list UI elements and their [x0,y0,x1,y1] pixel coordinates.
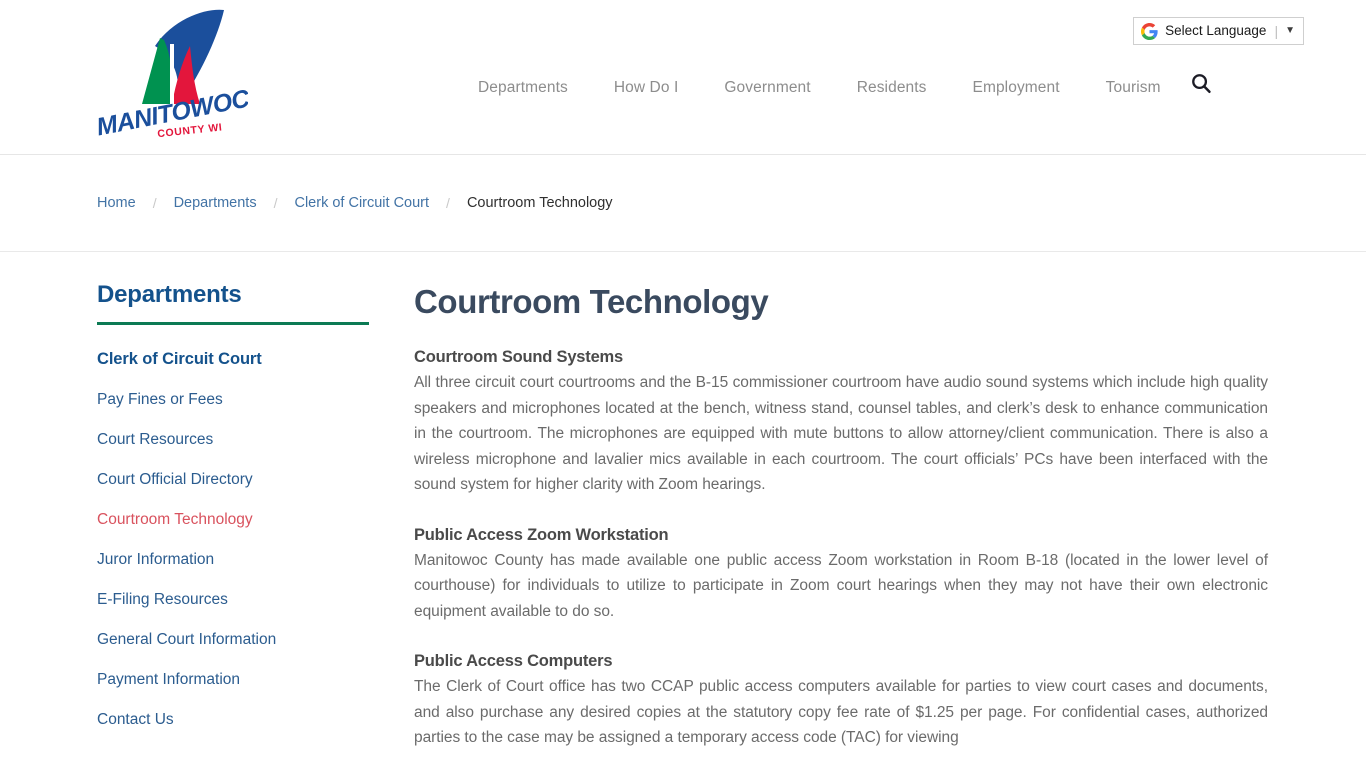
sidebar: Departments Clerk of Circuit Court Pay F… [97,281,414,751]
page-title: Courtroom Technology [414,283,769,320]
section-body-courtroom-sound-systems: All three circuit court courtrooms and t… [414,374,1268,494]
sidebar-item-court-official-directory[interactable]: Court Official Directory [97,471,253,488]
list-item: Court Official Directory [97,471,414,489]
sidebar-menu: Pay Fines or Fees Court Resources Court … [97,391,414,729]
nav-item-how-do-i[interactable]: How Do I [591,74,702,102]
language-selector[interactable]: Select Language | ▼ [1133,17,1304,45]
list-item: Court Resources [97,431,414,449]
sidebar-item-court-resources[interactable]: Court Resources [97,431,213,448]
nav-item-government[interactable]: Government [701,74,833,102]
list-item: Pay Fines or Fees [97,391,414,409]
language-selector-separator: | [1274,23,1279,39]
list-item: Payment Information [97,671,414,689]
breadcrumb-separator: / [446,195,450,211]
sidebar-item-courtroom-technology[interactable]: Courtroom Technology [97,511,253,528]
sidebar-title: Departments [97,281,242,308]
manitowoc-county-logo-icon: MANITOWOC COUNTY WI [98,9,248,142]
section-heading-public-access-zoom-workstation: Public Access Zoom Workstation [414,525,669,544]
breadcrumb-separator: / [152,195,157,211]
list-item: Courtroom Technology [97,511,414,529]
breadcrumb-item-clerk-of-circuit-court[interactable]: Clerk of Circuit Court [294,195,429,211]
sidebar-item-contact-us[interactable]: Contact Us [97,711,174,728]
search-button[interactable] [1184,66,1218,100]
sidebar-item-e-filing-resources[interactable]: E-Filing Resources [97,591,228,608]
breadcrumb-separator: / [273,195,278,211]
search-icon [1191,73,1211,93]
breadcrumb: Home / Departments / Clerk of Circuit Co… [97,195,613,211]
list-item: Juror Information [97,551,414,569]
language-selector-label: Select Language [1165,23,1267,39]
nav-item-employment[interactable]: Employment [950,74,1083,102]
list-item: Contact Us [97,711,414,729]
page-body: Departments Clerk of Circuit Court Pay F… [0,252,1366,751]
sidebar-item-juror-information[interactable]: Juror Information [97,551,214,568]
breadcrumb-item-current: Courtroom Technology [466,195,613,211]
main-content: Courtroom Technology Courtroom Sound Sys… [414,282,1366,751]
nav-item-residents[interactable]: Residents [834,74,950,102]
site-logo-link[interactable]: MANITOWOC COUNTY WI [98,8,248,143]
section-body-public-access-computers: The Clerk of Court office has two CCAP p… [414,678,1268,747]
sidebar-item-general-court-information[interactable]: General Court Information [97,631,276,648]
section-heading-courtroom-sound-systems: Courtroom Sound Systems [414,348,624,367]
section-heading-public-access-computers: Public Access Computers [414,652,613,671]
breadcrumb-bar: Home / Departments / Clerk of Circuit Co… [0,155,1366,252]
site-header: MANITOWOC COUNTY WI Select Language | ▼ … [0,0,1366,155]
list-item: General Court Information [97,631,414,649]
sidebar-item-payment-information[interactable]: Payment Information [97,671,240,688]
sidebar-item-pay-fines-or-fees[interactable]: Pay Fines or Fees [97,391,223,408]
breadcrumb-item-departments[interactable]: Departments [174,195,257,211]
nav-item-departments[interactable]: Departments [455,74,591,102]
main-navigation: Departments How Do I Government Resident… [455,74,1184,102]
google-g-icon [1141,22,1158,40]
list-item: E-Filing Resources [97,591,414,609]
breadcrumb-item-home[interactable]: Home [97,195,136,211]
section-body-public-access-zoom-workstation: Manitowoc County has made available one … [414,551,1268,620]
nav-item-tourism[interactable]: Tourism [1083,74,1184,102]
chevron-down-icon[interactable]: ▼ [1285,26,1295,36]
sidebar-section-heading: Clerk of Circuit Court [97,350,262,369]
sidebar-divider [97,322,369,326]
